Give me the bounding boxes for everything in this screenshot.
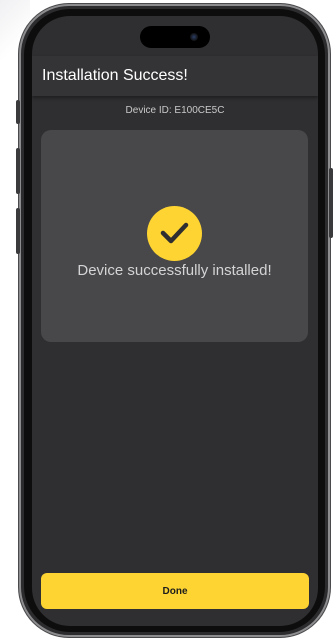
check-circle-icon: [147, 206, 202, 261]
mute-switch: [16, 100, 20, 124]
app-screen: Installation Success! Device ID: E100CE5…: [32, 16, 318, 626]
page-title: Installation Success!: [42, 67, 188, 84]
volume-up-button: [16, 148, 20, 194]
app-bar: Installation Success!: [32, 56, 318, 96]
success-card: Device successfully installed!: [41, 130, 308, 342]
camera-icon: [190, 33, 198, 41]
checkmark-icon: [160, 222, 189, 244]
volume-down-button: [16, 208, 20, 254]
device-id-label: Device ID: E100CE5C: [125, 105, 225, 116]
dynamic-island: [140, 26, 210, 48]
done-button[interactable]: Done: [41, 573, 309, 609]
success-message: Device successfully installed!: [77, 262, 272, 279]
power-button: [329, 168, 333, 238]
device-mockup: Installation Success! Device ID: E100CE5…: [0, 0, 336, 641]
